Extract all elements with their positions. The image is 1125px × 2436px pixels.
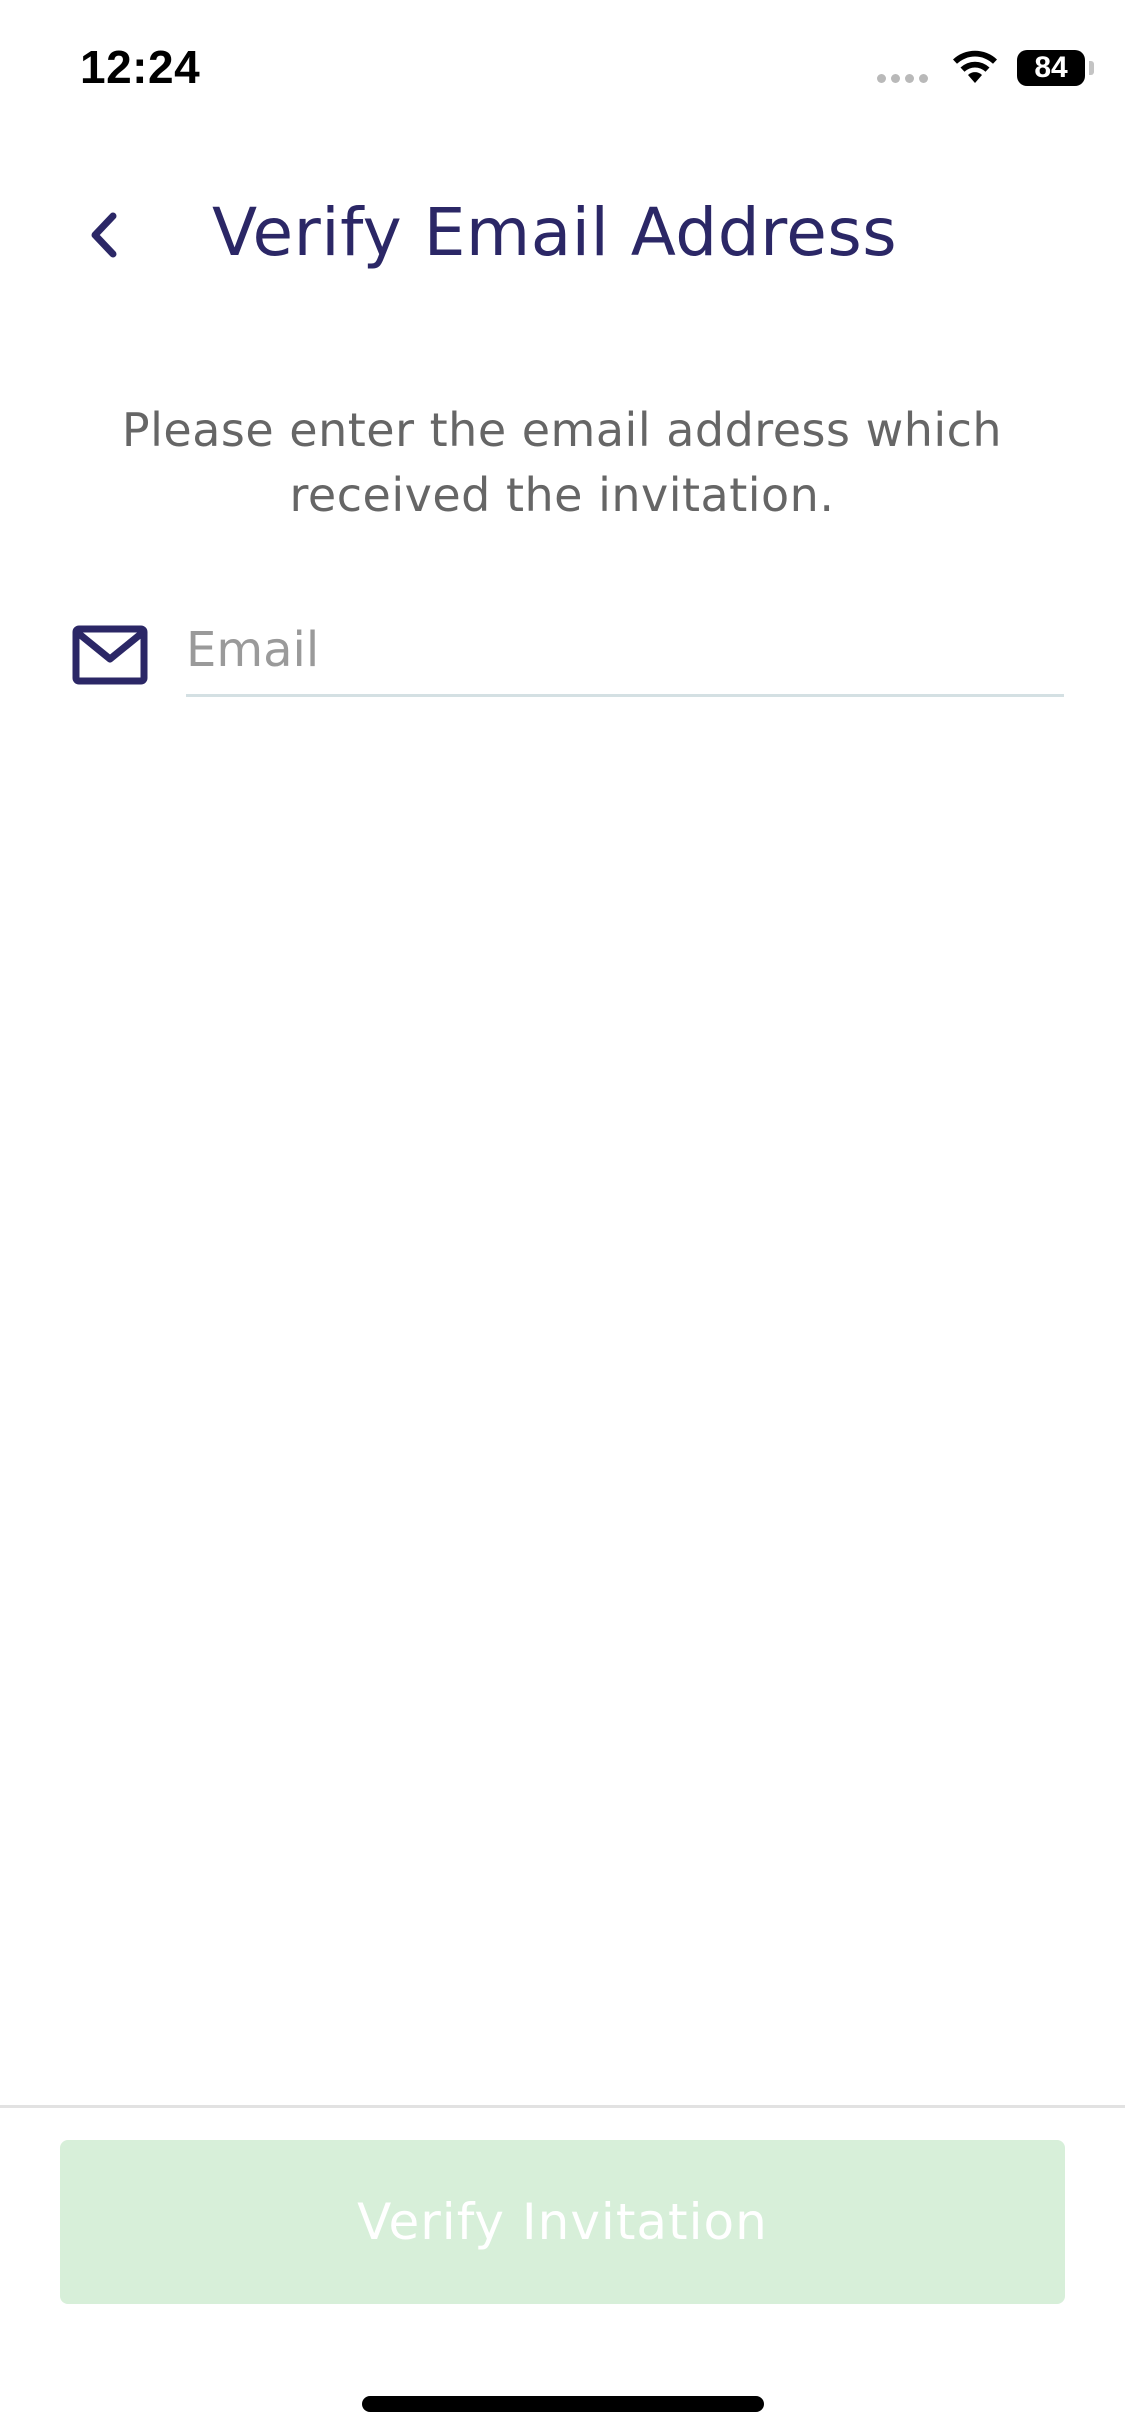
chevron-left-icon (91, 212, 117, 258)
navigation-header: Verify Email Address (0, 180, 1125, 290)
status-time: 12:24 (80, 41, 201, 93)
wifi-icon (953, 50, 997, 83)
instruction-line-1: Please enter the email address which (121, 403, 1003, 457)
back-button[interactable] (70, 202, 136, 268)
footer-divider (0, 2105, 1125, 2108)
page-title: Verify Email Address (212, 194, 898, 271)
instruction-text: Please enter the email address which rec… (62, 398, 1062, 528)
home-indicator[interactable] (362, 2396, 764, 2412)
instruction-line-2: received the invitation. (289, 468, 835, 522)
email-field-row (0, 595, 1125, 705)
battery-icon: 84 (1017, 50, 1094, 86)
email-input[interactable] (186, 605, 1064, 697)
mail-icon (72, 625, 148, 685)
battery-level: 84 (1034, 51, 1068, 84)
verify-invitation-button[interactable]: Verify Invitation (60, 2140, 1065, 2304)
status-bar: 12:24 84 (0, 0, 1125, 140)
cellular-signal-icon (877, 53, 933, 83)
status-indicators: 84 (877, 46, 1094, 90)
